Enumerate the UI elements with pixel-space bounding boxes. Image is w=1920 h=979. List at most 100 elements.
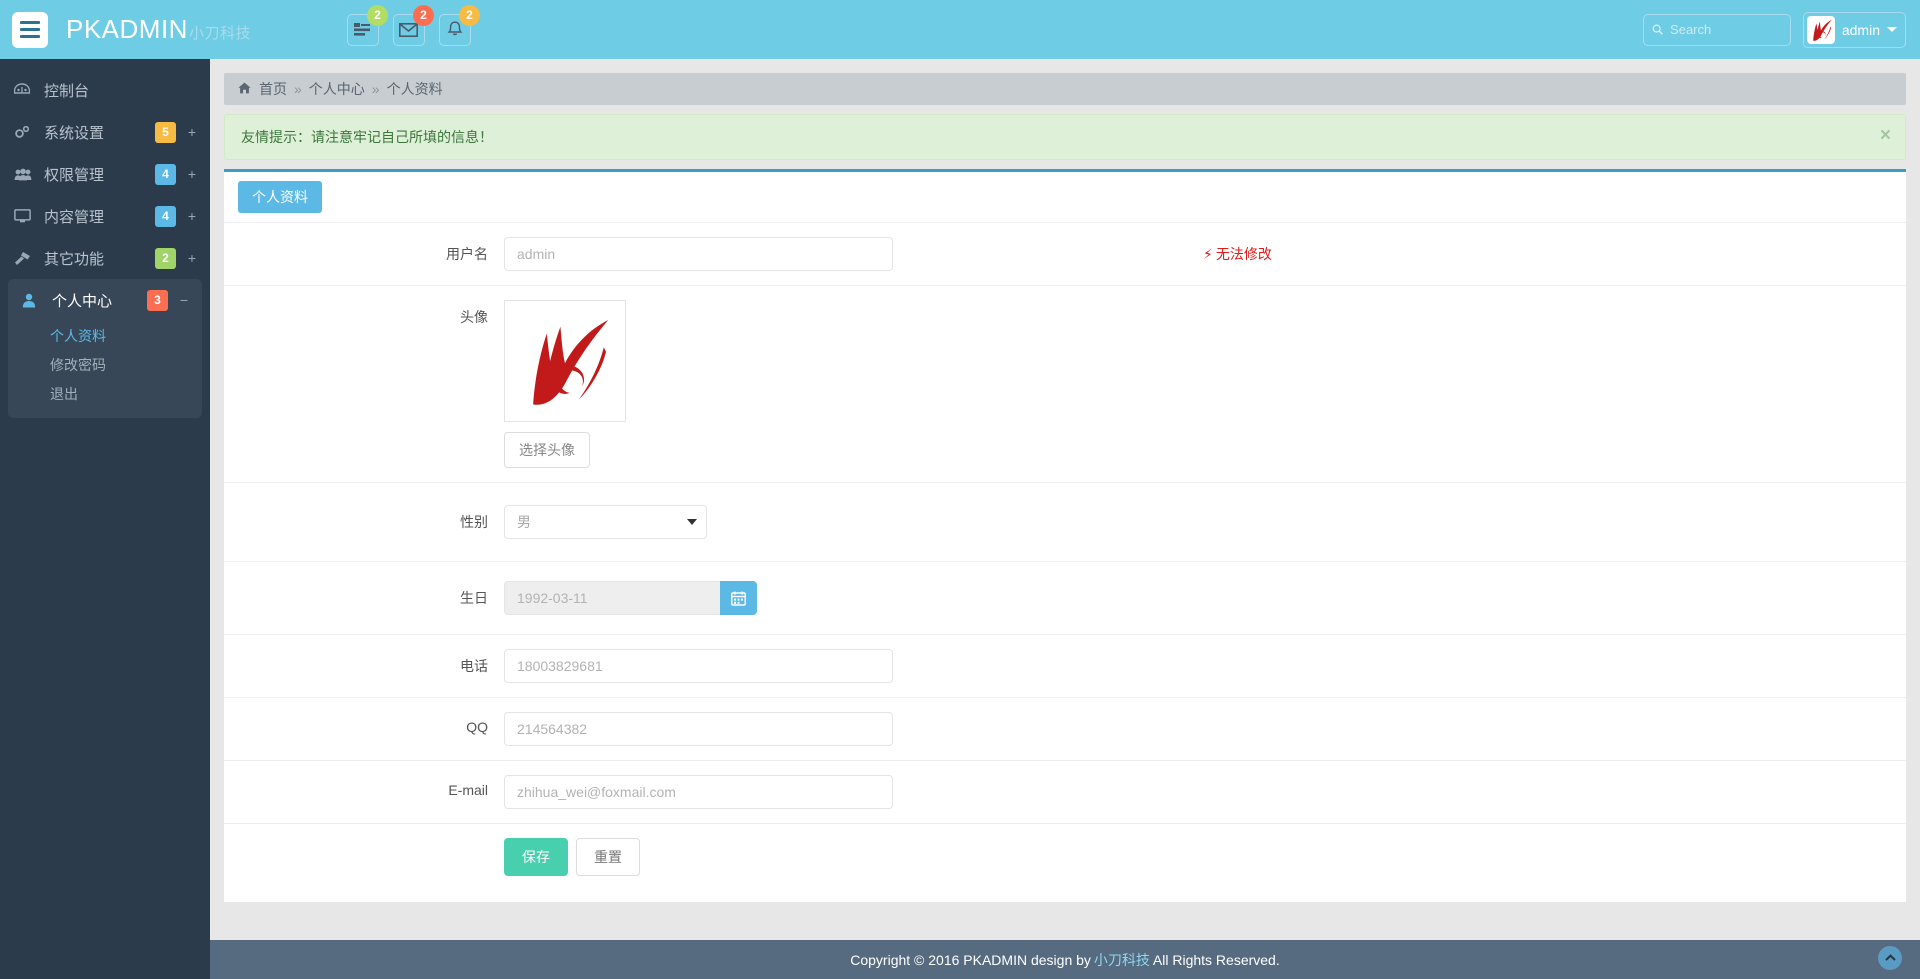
form-row-avatar: 头像 选择头像 <box>224 285 1906 482</box>
sidebar-item-profile-center[interactable]: 个人中心 3 − <box>8 279 202 321</box>
sidebar-badge: 4 <box>155 163 176 185</box>
gender-field-wrap: 男 <box>504 505 1906 539</box>
actions-spacer <box>224 838 504 845</box>
header-right-area: admin <box>1642 11 1906 48</box>
sidebar-item-permissions[interactable]: 权限管理 4 + <box>0 153 210 195</box>
tasks-badge: 2 <box>366 4 388 26</box>
hammer-icon <box>14 251 36 266</box>
qq-input[interactable] <box>504 712 893 746</box>
hamburger-icon[interactable] <box>12 11 48 48</box>
form-row-username: 用户名 ⚡无法修改 <box>224 222 1906 285</box>
username-input[interactable] <box>504 237 893 271</box>
footer-link[interactable]: 小刀科技 <box>1094 950 1150 970</box>
profile-form: 用户名 ⚡无法修改 头像 <box>224 222 1906 894</box>
caret-down-icon <box>1887 27 1897 32</box>
top-header: PKADMIN小刀科技 2 2 2 Search admin <box>0 0 1920 59</box>
calendar-icon <box>731 591 746 606</box>
user-icon <box>22 293 44 308</box>
breadcrumb-current: 个人资料 <box>386 81 443 97</box>
sidebar-badge: 4 <box>155 205 176 227</box>
page-footer: Copyright © 2016 PKADMIN design by 小刀科技 … <box>210 940 1920 979</box>
form-row-actions: 保存 重置 <box>224 823 1906 894</box>
expand-icon[interactable]: + <box>176 208 196 224</box>
email-input[interactable] <box>504 775 893 809</box>
tasks-icon <box>354 23 371 36</box>
messages-badge: 2 <box>412 4 434 26</box>
red-brush-logo-icon <box>1813 19 1832 41</box>
red-brush-logo-icon <box>533 319 609 405</box>
sidebar-item-label: 系统设置 <box>44 124 105 142</box>
gender-label: 性别 <box>460 514 488 530</box>
expand-icon[interactable]: + <box>176 124 196 140</box>
username-hint-text: 无法修改 <box>1215 246 1272 262</box>
alert-text: 友情提示：请注意牢记自己所填的信息！ <box>241 129 493 145</box>
header-nav-icons: 2 2 2 <box>346 4 480 46</box>
search-input[interactable] <box>1670 22 1782 37</box>
brand-subtitle: 小刀科技 <box>188 25 251 42</box>
choose-avatar-button[interactable]: 选择头像 <box>504 432 590 468</box>
bolt-icon: ⚡ <box>1203 246 1213 262</box>
sidebar-item-label: 权限管理 <box>44 166 105 184</box>
form-row-phone: 电话 <box>224 634 1906 697</box>
notifications-button[interactable]: 2 <box>438 4 480 46</box>
info-alert: 友情提示：请注意牢记自己所填的信息！ × <box>224 114 1906 160</box>
envelope-icon <box>399 22 419 37</box>
avatar-preview <box>504 300 626 422</box>
phone-input[interactable] <box>504 649 893 683</box>
brand-logo[interactable]: PKADMIN小刀科技 <box>66 14 251 45</box>
sidebar-item-dashboard[interactable]: 控制台 <box>0 69 210 111</box>
calendar-button[interactable] <box>720 581 757 615</box>
user-menu[interactable]: admin <box>1802 11 1906 48</box>
avatar-label: 头像 <box>460 309 488 325</box>
sidebar-item-other[interactable]: 其它功能 2 + <box>0 237 210 279</box>
phone-label: 电话 <box>460 658 488 674</box>
search-icon <box>1652 24 1663 35</box>
sidebar-item-label: 其它功能 <box>44 250 105 268</box>
birthday-input[interactable] <box>504 581 720 615</box>
avatar <box>1806 15 1835 44</box>
form-row-qq: QQ <box>224 697 1906 760</box>
sidebar-item-logout[interactable]: 退出 <box>8 379 202 408</box>
birthday-label: 生日 <box>460 590 488 606</box>
birthday-field-wrap <box>504 581 1906 615</box>
bell-icon <box>447 21 463 36</box>
breadcrumb-separator: » <box>371 81 380 97</box>
sidebar-item-label: 个人中心 <box>52 292 113 310</box>
birthday-input-group <box>504 581 757 615</box>
breadcrumb-level2[interactable]: 个人中心 <box>309 79 365 99</box>
qq-label: QQ <box>466 719 488 735</box>
desktop-icon <box>14 209 36 223</box>
phone-field-wrap <box>504 649 1906 683</box>
qq-field-wrap <box>504 712 1906 746</box>
users-icon <box>14 168 36 181</box>
search-box[interactable] <box>1642 13 1791 46</box>
sidebar-item-system-settings[interactable]: 系统设置 5 + <box>0 111 210 153</box>
form-row-birthday: 生日 <box>224 561 1906 634</box>
expand-icon[interactable]: + <box>176 250 196 266</box>
gender-select-wrap: 男 <box>504 505 707 539</box>
scroll-to-top-button[interactable] <box>1878 946 1902 970</box>
sidebar-badge: 3 <box>147 289 168 311</box>
avatar-field-wrap: 选择头像 <box>504 300 1906 468</box>
sidebar-item-content[interactable]: 内容管理 4 + <box>0 195 210 237</box>
gender-select[interactable]: 男 <box>504 505 707 539</box>
collapse-icon[interactable]: − <box>168 292 188 308</box>
tasks-button[interactable]: 2 <box>346 4 388 46</box>
expand-icon[interactable]: + <box>176 166 196 182</box>
sidebar-item-profile[interactable]: 个人资料 <box>8 321 202 350</box>
sidebar-badge: 5 <box>155 121 176 143</box>
close-icon[interactable]: × <box>1880 126 1891 145</box>
breadcrumb-home[interactable]: 首页 <box>259 79 287 99</box>
messages-button[interactable]: 2 <box>392 4 434 46</box>
sidebar-item-change-password[interactable]: 修改密码 <box>8 350 202 379</box>
footer-prefix: Copyright © 2016 PKADMIN design by <box>850 951 1091 968</box>
reset-button[interactable]: 重置 <box>576 838 640 876</box>
email-field-wrap <box>504 775 1906 809</box>
username-label: 用户名 <box>446 246 488 262</box>
tab-profile[interactable]: 个人资料 <box>238 181 322 213</box>
sidebar-badge: 2 <box>155 247 176 269</box>
username-field-wrap: ⚡无法修改 <box>504 237 1906 271</box>
save-button[interactable]: 保存 <box>504 838 568 876</box>
chevron-up-icon <box>1884 954 1896 961</box>
sidebar: 控制台 系统设置 5 + 权限管理 4 + 内容管理 4 + 其它功能 2 + <box>0 59 210 979</box>
